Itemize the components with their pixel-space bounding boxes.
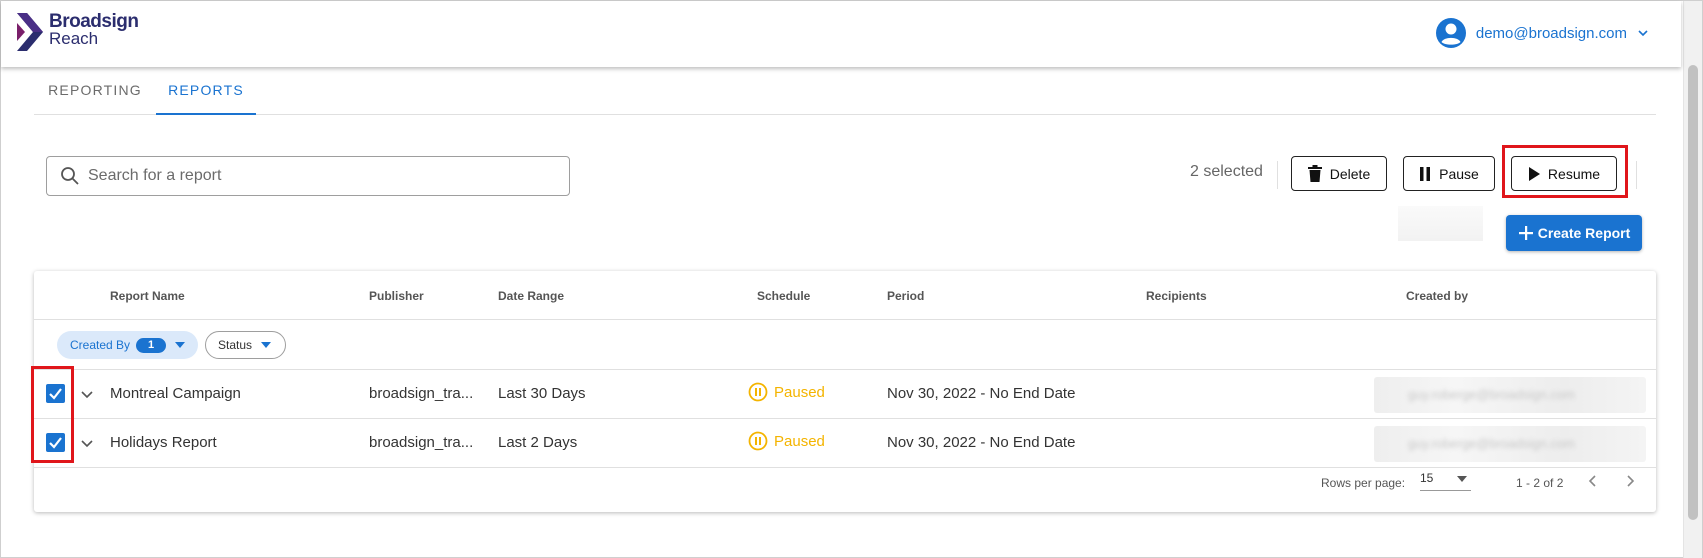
pause-button-label: Pause [1439,165,1479,182]
column-header-period[interactable]: Period [887,289,924,303]
plus-icon [1518,226,1533,240]
filter-created-by-label: Created By [70,338,131,352]
resume-highlight-box [1502,145,1628,198]
created-by: guy.roberge@broadsign.com [1408,436,1575,451]
schedule-label: Paused [774,383,825,401]
brand-name: Broadsign Reach [49,11,139,48]
table-row[interactable]: Montreal Campaign broadsign_tra... Last … [34,370,1656,418]
chevron-left-icon[interactable] [1586,474,1600,488]
search-input[interactable] [88,167,548,185]
expand-chevron-icon[interactable] [80,436,94,450]
report-name[interactable]: Montreal Campaign [110,385,241,402]
brand-line-1: Broadsign [49,11,139,32]
caret-down-icon [175,342,186,348]
caret-down-icon [1457,476,1467,482]
trash-icon [1307,165,1322,182]
user-menu[interactable]: demo@broadsign.com [1435,17,1649,49]
reports-table: Report Name Publisher Date Range Schedul… [34,271,1656,512]
brand-line-2: Reach [49,29,99,48]
delete-button-label: Delete [1329,165,1371,182]
filter-chip-status[interactable]: Status [205,331,286,359]
delete-button[interactable]: Delete [1291,156,1387,191]
report-name[interactable]: Holidays Report [110,434,217,451]
created-by-blurred: guy.roberge@broadsign.com [1374,426,1646,462]
pause-icon [1420,166,1431,181]
toolbar-divider-end [1636,161,1637,189]
filter-status-label: Status [218,338,253,352]
period: Nov 30, 2022 - No End Date [887,385,1076,402]
checkbox-highlight-box [31,366,74,463]
schedule-status: Paused [748,382,825,402]
publisher: broadsign_tra... [369,385,474,402]
column-header-publisher[interactable]: Publisher [369,289,424,303]
pause-circle-icon [748,431,768,451]
rows-per-page-label: Rows per page: [1321,476,1406,490]
table-row[interactable]: Holidays Report broadsign_tra... Last 2 … [34,419,1656,467]
filter-chip-created-by[interactable]: Created By 1 [57,331,198,359]
pagination-range: 1 - 2 of 2 [1516,476,1564,490]
rows-per-page-select[interactable]: 15 [1420,471,1471,491]
filter-count-badge: 1 [136,337,167,353]
selected-count: 2 selected [1190,163,1263,180]
search-box [46,156,570,196]
broadsign-logo[interactable]: Broadsign Reach [17,11,139,51]
pause-circle-icon [748,382,768,402]
column-header-schedule[interactable]: Schedule [757,289,810,303]
column-header-date-range[interactable]: Date Range [498,289,564,303]
pause-button[interactable]: Pause [1403,156,1495,191]
account-circle-icon [1435,18,1466,48]
created-by-blurred: guy.roberge@broadsign.com [1374,377,1646,413]
row-divider [34,467,1656,468]
created-by: guy.roberge@broadsign.com [1408,387,1575,402]
period: Nov 30, 2022 - No End Date [887,434,1076,451]
vertical-scrollbar[interactable] [1683,1,1702,558]
date-range: Last 30 Days [498,385,586,402]
user-email: demo@broadsign.com [1475,24,1627,42]
column-header-created-by[interactable]: Created by [1406,289,1468,303]
chevron-down-icon [1638,30,1648,37]
scrollbar-thumb[interactable] [1688,65,1698,520]
caret-down-icon [261,342,272,348]
column-header-report-name[interactable]: Report Name [110,289,185,303]
schedule-label: Paused [774,432,825,450]
app-window: Broadsign Reach demo@broadsign.com REPOR… [0,0,1703,558]
chevron-right-icon[interactable] [1623,474,1637,488]
toolbar-divider [1277,161,1278,189]
date-range: Last 2 Days [498,434,578,451]
column-header-recipients[interactable]: Recipients [1146,289,1207,303]
schedule-status: Paused [748,431,825,451]
tab-reporting[interactable]: REPORTING [34,67,156,115]
header-divider [34,319,1656,320]
publisher: broadsign_tra... [369,434,474,451]
faded-placeholder [1398,206,1483,241]
tab-reports[interactable]: REPORTS [156,67,256,115]
top-header: Broadsign Reach demo@broadsign.com [1,1,1681,67]
tab-bar: REPORTING REPORTS [34,67,1656,115]
broadsign-logo-mark-icon [17,13,43,51]
create-report-label: Create Report [1537,225,1631,241]
create-report-button[interactable]: Create Report [1506,215,1642,251]
expand-chevron-icon[interactable] [80,387,94,401]
search-icon [61,167,79,185]
rows-per-page-value: 15 [1420,471,1434,485]
